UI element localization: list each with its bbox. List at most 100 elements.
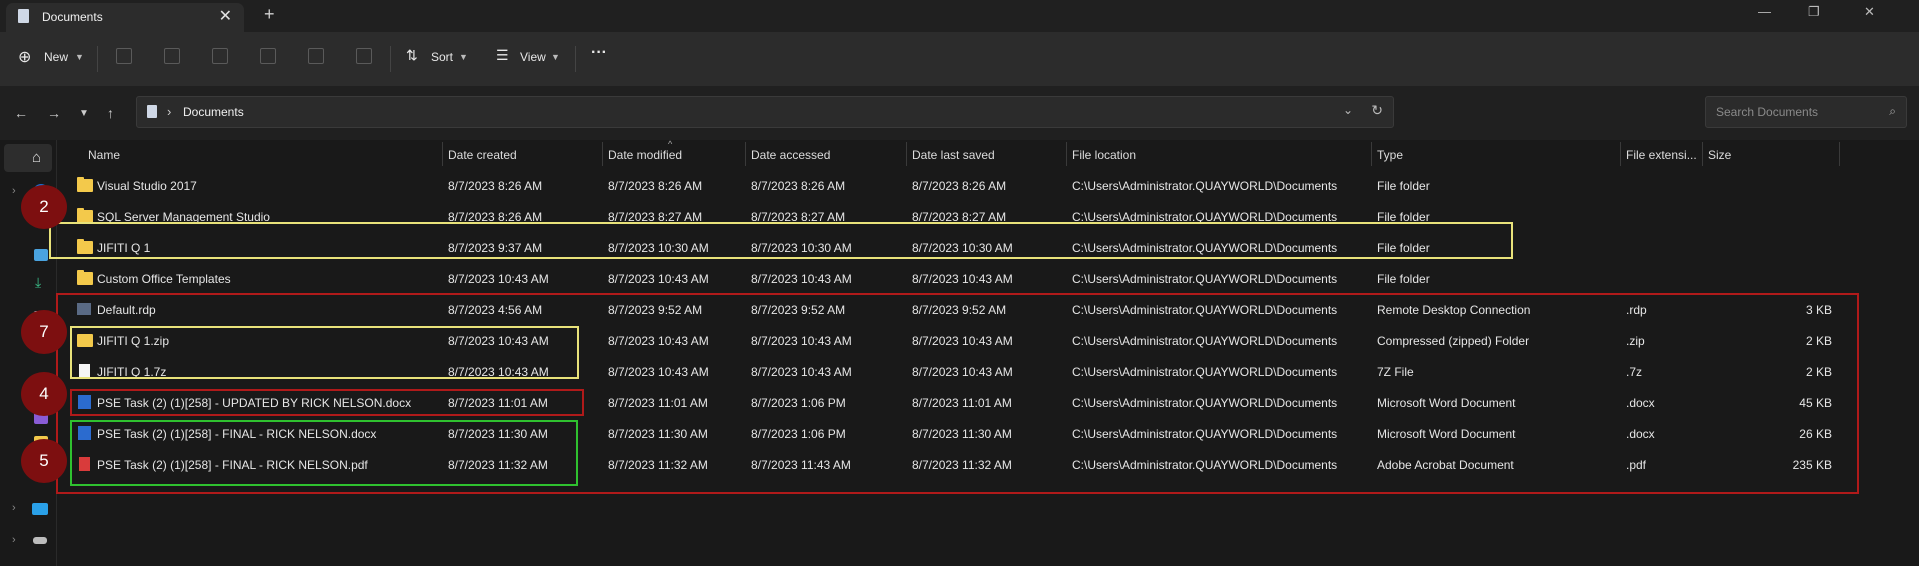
col-file-location[interactable]: File location bbox=[1072, 148, 1136, 162]
cell-type: File folder bbox=[1377, 272, 1430, 286]
col-type[interactable]: Type bbox=[1377, 148, 1403, 162]
folder-icon bbox=[77, 208, 93, 223]
col-file-extension[interactable]: File extensi... bbox=[1626, 148, 1697, 162]
column-divider[interactable] bbox=[906, 142, 907, 166]
table-row[interactable]: Custom Office Templates 8/7/2023 10:43 A… bbox=[57, 264, 1857, 295]
cell-date-accessed: 8/7/2023 10:30 AM bbox=[751, 241, 852, 255]
col-size[interactable]: Size bbox=[1708, 148, 1731, 162]
cut-icon[interactable] bbox=[116, 48, 132, 64]
share-icon[interactable] bbox=[308, 48, 324, 64]
address-bar[interactable]: › Documents ⌄ ↻ bbox=[136, 96, 1394, 128]
column-divider[interactable] bbox=[745, 142, 746, 166]
col-date-created[interactable]: Date created bbox=[448, 148, 517, 162]
delete-icon[interactable] bbox=[356, 48, 372, 64]
table-row[interactable]: SQL Server Management Studio 8/7/2023 8:… bbox=[57, 202, 1857, 233]
title-bar: Documents ✕ + — ❐ ✕ bbox=[0, 0, 1919, 32]
maximize-button[interactable]: ❐ bbox=[1808, 4, 1820, 20]
cell-file-location: C:\Users\Administrator.QUAYWORLD\Documen… bbox=[1072, 458, 1338, 472]
refresh-icon[interactable]: ↻ bbox=[1371, 102, 1383, 119]
table-row[interactable]: Default.rdp 8/7/2023 4:56 AM 8/7/2023 9:… bbox=[57, 295, 1857, 326]
new-tab-button[interactable]: + bbox=[264, 4, 275, 25]
tab-close-button[interactable]: ✕ bbox=[219, 6, 232, 26]
new-plus-icon[interactable]: ⊕ bbox=[18, 47, 31, 67]
cell-name: Default.rdp bbox=[97, 303, 156, 317]
address-dropdown-icon[interactable]: ⌄ bbox=[1343, 103, 1353, 117]
search-input[interactable] bbox=[1714, 104, 1878, 120]
file-list: Name Date created Date modified ^ Date a… bbox=[57, 139, 1919, 566]
breadcrumb-chevron-icon: › bbox=[167, 104, 172, 119]
expand-chevron-icon[interactable]: › bbox=[12, 534, 16, 546]
expand-chevron-icon[interactable]: › bbox=[12, 185, 16, 197]
sort-button[interactable]: Sort bbox=[431, 50, 453, 64]
cell-size: 2 KB bbox=[1805, 334, 1832, 348]
minimize-button[interactable]: — bbox=[1758, 4, 1771, 19]
view-button[interactable]: View bbox=[520, 50, 546, 64]
table-row[interactable]: PSE Task (2) (1)[258] - UPDATED BY RICK … bbox=[57, 388, 1857, 419]
cell-type: Remote Desktop Connection bbox=[1377, 303, 1531, 317]
search-icon[interactable]: ⌕ bbox=[1889, 104, 1896, 119]
expand-chevron-icon[interactable]: › bbox=[12, 502, 16, 514]
more-options-button[interactable]: ··· bbox=[591, 44, 607, 62]
copy-icon[interactable] bbox=[164, 48, 180, 64]
divider bbox=[575, 46, 576, 72]
desktop-icon[interactable] bbox=[34, 249, 48, 261]
cell-size: 26 KB bbox=[1799, 427, 1832, 441]
column-divider[interactable] bbox=[602, 142, 603, 166]
cell-file-location: C:\Users\Administrator.QUAYWORLD\Documen… bbox=[1072, 179, 1338, 193]
network-drive-icon[interactable] bbox=[33, 537, 47, 544]
cell-extension: .rdp bbox=[1626, 303, 1647, 317]
rename-icon[interactable] bbox=[260, 48, 276, 64]
column-divider[interactable] bbox=[1066, 142, 1067, 166]
table-row[interactable]: JIFITI Q 1.zip 8/7/2023 10:43 AM 8/7/202… bbox=[57, 326, 1857, 357]
cell-date-created: 8/7/2023 10:43 AM bbox=[448, 272, 549, 286]
cell-name: SQL Server Management Studio bbox=[97, 210, 270, 224]
this-pc-icon[interactable] bbox=[32, 503, 48, 515]
column-divider[interactable] bbox=[442, 142, 443, 166]
column-divider[interactable] bbox=[1839, 142, 1840, 166]
cell-extension: .7z bbox=[1626, 365, 1643, 379]
cell-date-created: 8/7/2023 11:32 AM bbox=[448, 458, 548, 472]
forward-arrow-icon[interactable]: → bbox=[47, 105, 61, 121]
tab-documents[interactable]: Documents ✕ bbox=[6, 3, 244, 32]
cell-date-last-saved: 8/7/2023 9:52 AM bbox=[912, 303, 1007, 317]
recent-dropdown-icon[interactable]: ▼ bbox=[79, 108, 89, 119]
cell-date-accessed: 8/7/2023 10:43 AM bbox=[751, 272, 852, 286]
paste-icon[interactable] bbox=[212, 48, 228, 64]
col-date-modified[interactable]: Date modified bbox=[608, 148, 682, 162]
table-row[interactable]: Visual Studio 2017 8/7/2023 8:26 AM 8/7/… bbox=[57, 171, 1857, 202]
new-button[interactable]: New bbox=[44, 50, 68, 64]
cell-date-last-saved: 8/7/2023 11:30 AM bbox=[912, 427, 1012, 441]
back-arrow-icon[interactable]: ← bbox=[14, 105, 28, 121]
file-icon bbox=[79, 364, 90, 378]
sort-icon[interactable]: ⇅ bbox=[406, 47, 418, 64]
up-arrow-icon[interactable]: ↑ bbox=[107, 105, 114, 121]
cell-file-location: C:\Users\Administrator.QUAYWORLD\Documen… bbox=[1072, 396, 1338, 410]
cell-date-accessed: 8/7/2023 10:43 AM bbox=[751, 334, 852, 348]
breadcrumb-documents[interactable]: Documents bbox=[183, 105, 244, 119]
remote-desktop-icon bbox=[77, 303, 91, 315]
column-divider[interactable] bbox=[1620, 142, 1621, 166]
table-row[interactable]: PSE Task (2) (1)[258] - FINAL - RICK NEL… bbox=[57, 419, 1857, 450]
cell-file-location: C:\Users\Administrator.QUAYWORLD\Documen… bbox=[1072, 272, 1338, 286]
close-window-button[interactable]: ✕ bbox=[1864, 4, 1875, 20]
col-name[interactable]: Name bbox=[88, 148, 120, 162]
nav-home[interactable]: ⌂ bbox=[4, 144, 52, 172]
chevron-down-icon: ▼ bbox=[459, 52, 468, 62]
column-divider[interactable] bbox=[1702, 142, 1703, 166]
search-box[interactable]: ⌕ bbox=[1705, 96, 1907, 128]
downloads-icon[interactable]: ⤓ bbox=[35, 274, 41, 291]
cell-date-modified: 8/7/2023 9:52 AM bbox=[608, 303, 703, 317]
view-icon[interactable]: ☰ bbox=[496, 47, 509, 64]
cell-file-location: C:\Users\Administrator.QUAYWORLD\Documen… bbox=[1072, 427, 1338, 441]
col-date-last-saved[interactable]: Date last saved bbox=[912, 148, 995, 162]
table-row[interactable]: JIFITI Q 1.7z 8/7/2023 10:43 AM 8/7/2023… bbox=[57, 357, 1857, 388]
cell-file-location: C:\Users\Administrator.QUAYWORLD\Documen… bbox=[1072, 241, 1338, 255]
cell-size: 235 KB bbox=[1792, 458, 1832, 472]
table-row[interactable]: JIFITI Q 1 8/7/2023 9:37 AM 8/7/2023 10:… bbox=[57, 233, 1857, 264]
column-divider[interactable] bbox=[1371, 142, 1372, 166]
cell-type: Compressed (zipped) Folder bbox=[1377, 334, 1530, 348]
cell-type: Microsoft Word Document bbox=[1377, 396, 1516, 410]
folder-icon bbox=[77, 177, 93, 192]
col-date-accessed[interactable]: Date accessed bbox=[751, 148, 830, 162]
table-row[interactable]: PSE Task (2) (1)[258] - FINAL - RICK NEL… bbox=[57, 450, 1857, 481]
